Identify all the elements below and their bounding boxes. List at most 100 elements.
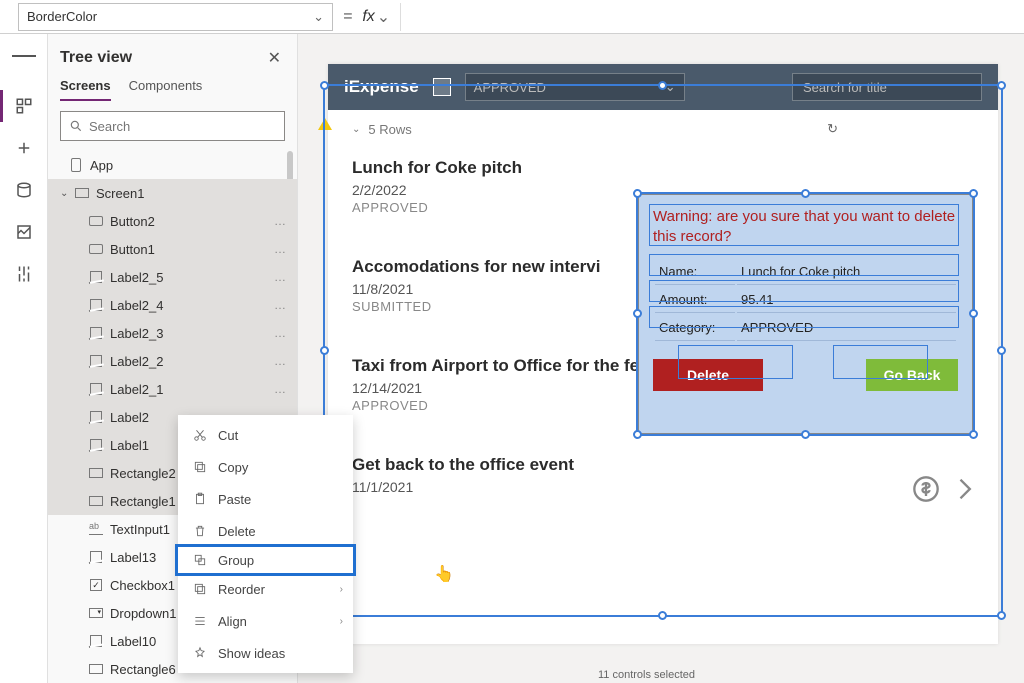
rect-icon xyxy=(88,661,104,677)
tree-node-label: Label10 xyxy=(110,634,156,649)
tab-screens[interactable]: Screens xyxy=(60,78,111,101)
tree-node-label: Label2_5 xyxy=(110,270,164,285)
chevron-down-icon[interactable]: ⌄ xyxy=(352,124,360,135)
tree-node-label: Label2_1 xyxy=(110,382,164,397)
rect-icon xyxy=(88,465,104,481)
tree-node-label: Rectangle6 xyxy=(110,662,176,677)
tab-components[interactable]: Components xyxy=(129,78,203,101)
name-label: Name: xyxy=(655,259,735,285)
gallery-item-date: 11/1/2021 xyxy=(352,479,974,495)
label-icon xyxy=(88,381,104,397)
button-icon xyxy=(88,213,104,229)
ctx-align[interactable]: Align› xyxy=(178,605,353,637)
ctx-copy[interactable]: Copy xyxy=(178,451,353,483)
insert-icon[interactable] xyxy=(12,136,36,160)
label-icon xyxy=(88,269,104,285)
data-icon[interactable] xyxy=(12,178,36,202)
gallery-header: ⌄ 5 Rows ↻ xyxy=(328,110,998,148)
label-icon xyxy=(88,297,104,313)
header-checkbox[interactable] xyxy=(433,78,451,96)
tree-node-label: Label2_4 xyxy=(110,298,164,313)
header-search[interactable]: Search for title xyxy=(792,73,982,101)
ctx-delete[interactable]: Delete xyxy=(178,515,353,547)
app-canvas[interactable]: iExpense APPROVED ⌄ Search for title ⌄ 5… xyxy=(328,64,998,644)
tree-node-screen[interactable]: ⌄ Screen1 xyxy=(48,179,297,207)
cursor-icon: 👆 xyxy=(434,564,454,584)
label-icon xyxy=(88,353,104,369)
dollar-icon[interactable] xyxy=(912,475,940,503)
tree-node-item[interactable]: Label2_4 … xyxy=(48,291,297,319)
gallery-item[interactable]: Get back to the office event11/1/2021 xyxy=(328,429,998,513)
tree-title: Tree view xyxy=(60,49,132,67)
ctx-group[interactable]: Group👆 xyxy=(175,544,356,576)
tree-node-label: Dropdown1 xyxy=(110,606,177,621)
divider xyxy=(400,3,401,31)
tree-node-label: TextInput1 xyxy=(110,522,170,537)
text-icon xyxy=(88,521,104,537)
tree-node-label: Screen1 xyxy=(96,186,144,201)
check-icon: ✓ xyxy=(88,577,104,593)
search-input[interactable] xyxy=(89,119,276,134)
rows-count: 5 Rows xyxy=(368,122,411,137)
chevron-down-icon: ⌄ xyxy=(60,188,70,199)
ctx-cut[interactable]: Cut xyxy=(178,419,353,451)
tree-node-item[interactable]: Button2 … xyxy=(48,207,297,235)
tree-node-label: Label2_3 xyxy=(110,326,164,341)
ctx-paste[interactable]: Paste xyxy=(178,483,353,515)
tree-node-item[interactable]: Label2_3 … xyxy=(48,319,297,347)
tree-search[interactable] xyxy=(60,111,285,141)
more-icon[interactable]: … xyxy=(274,270,287,284)
tree-node-label: Button2 xyxy=(110,214,155,229)
status-bar: 11 controls selected xyxy=(598,669,695,681)
tree-node-label: Label2 xyxy=(110,410,149,425)
property-dropdown[interactable]: BorderColor ⌄ xyxy=(18,3,333,31)
property-name: BorderColor xyxy=(27,9,97,24)
tree-node-label: Rectangle1 xyxy=(110,494,176,509)
close-icon[interactable]: ✕ xyxy=(264,44,285,72)
more-icon[interactable]: … xyxy=(274,326,287,340)
tree-node-item[interactable]: Label2_5 … xyxy=(48,263,297,291)
ctx-reorder[interactable]: Reorder› xyxy=(178,573,353,605)
media-icon[interactable] xyxy=(12,220,36,244)
goback-button[interactable]: Go Back xyxy=(866,359,958,391)
label-icon xyxy=(88,633,104,649)
header-dropdown[interactable]: APPROVED ⌄ xyxy=(465,73,685,101)
ctx-show-ideas[interactable]: Show ideas xyxy=(178,637,353,669)
gallery-item-title: Lunch for Coke pitch xyxy=(352,158,974,178)
chevron-right-icon[interactable] xyxy=(950,475,978,503)
tools-icon[interactable] xyxy=(12,262,36,286)
left-rail xyxy=(0,34,48,683)
tree-node-app[interactable]: App xyxy=(48,151,297,179)
more-icon[interactable]: … xyxy=(274,214,287,228)
label-icon xyxy=(88,409,104,425)
tree-node-label: App xyxy=(90,158,113,173)
tree-node-label: Rectangle2 xyxy=(110,466,176,481)
equals-sign: = xyxy=(343,8,352,26)
amount-label: Amount: xyxy=(655,287,735,313)
context-menu: Cut Copy Paste Delete Group👆 Reorder› Al… xyxy=(178,415,353,673)
dropdown-value: APPROVED xyxy=(474,80,546,95)
tree-node-item[interactable]: Button1 … xyxy=(48,235,297,263)
canvas-area: iExpense APPROVED ⌄ Search for title ⌄ 5… xyxy=(298,34,1024,683)
label-icon xyxy=(88,437,104,453)
delete-button[interactable]: Delete xyxy=(653,359,763,391)
name-value: Lunch for Coke pitch xyxy=(737,259,956,285)
tree-node-label: Label13 xyxy=(110,550,156,565)
label-icon xyxy=(88,325,104,341)
search-icon xyxy=(69,119,83,133)
more-icon[interactable]: … xyxy=(274,354,287,368)
chevron-down-icon[interactable]: ⌄ xyxy=(377,7,390,27)
refresh-icon[interactable]: ↻ xyxy=(827,121,838,137)
tree-node-item[interactable]: Label2_2… xyxy=(48,347,297,375)
tree-node-label: Label1 xyxy=(110,438,149,453)
tree-node-item[interactable]: Label2_1 … xyxy=(48,375,297,403)
more-icon[interactable]: … xyxy=(274,298,287,312)
more-icon[interactable]: … xyxy=(274,242,287,256)
category-label: Category: xyxy=(655,315,735,341)
dropdown-icon xyxy=(88,605,104,621)
app-title: iExpense xyxy=(344,77,419,97)
hamburger-icon[interactable] xyxy=(12,44,36,68)
tree-view-icon[interactable] xyxy=(12,94,36,118)
tree-node-label: Button1 xyxy=(110,242,155,257)
more-icon[interactable]: … xyxy=(274,382,287,396)
